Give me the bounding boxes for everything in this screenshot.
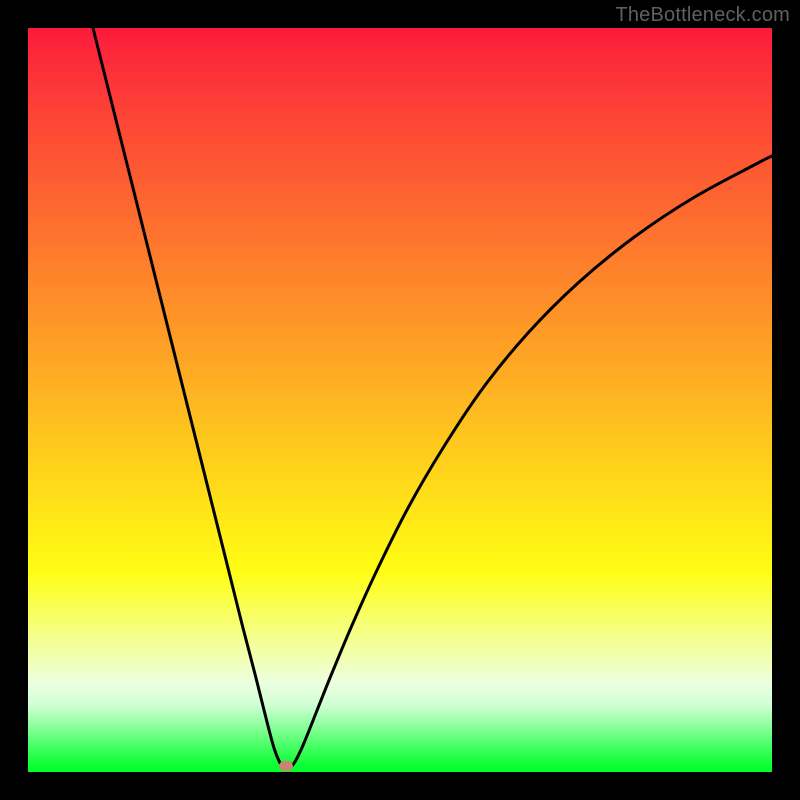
watermark-text: TheBottleneck.com bbox=[615, 4, 790, 27]
plot-area bbox=[28, 28, 772, 772]
optimal-point-marker bbox=[279, 761, 293, 771]
bottleneck-curve bbox=[93, 28, 772, 769]
curve-svg bbox=[28, 28, 772, 772]
chart-frame: TheBottleneck.com bbox=[0, 0, 800, 800]
